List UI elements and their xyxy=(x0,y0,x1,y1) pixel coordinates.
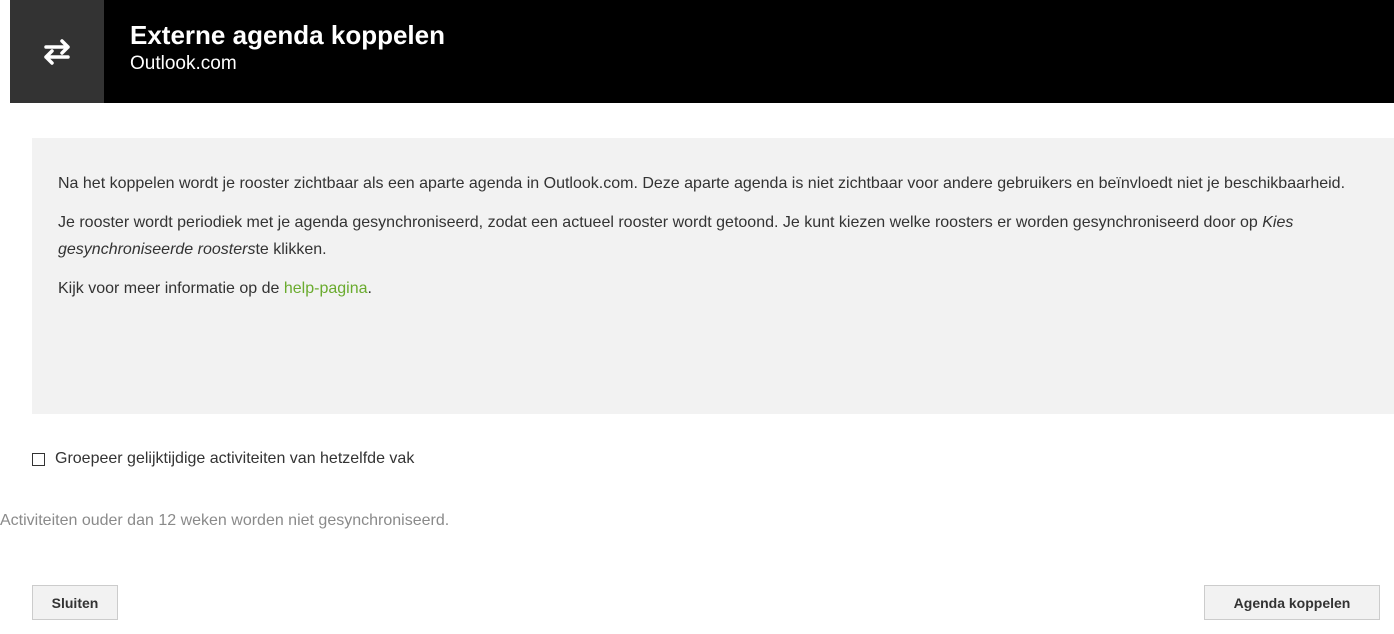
info-paragraph-2-text: Je rooster wordt periodiek met je agenda… xyxy=(58,214,1263,231)
close-button[interactable]: Sluiten xyxy=(32,585,118,620)
group-activities-option[interactable]: Groepeer gelijktijdige activiteiten van … xyxy=(32,450,414,468)
dialog-header: Externe agenda koppelen Outlook.com xyxy=(10,0,1394,103)
info-paragraph-3: Kijk voor meer informatie op de help-pag… xyxy=(58,275,1368,302)
page: Externe agenda koppelen Outlook.com Na h… xyxy=(0,0,1394,634)
info-paragraph-3-tail: . xyxy=(367,280,372,297)
dialog-title: Externe agenda koppelen xyxy=(130,19,445,50)
help-page-link[interactable]: help-pagina xyxy=(284,280,368,297)
info-paragraph-2-tail: te klikken. xyxy=(255,241,327,258)
info-paragraph-2: Je rooster wordt periodiek met je agenda… xyxy=(58,209,1368,263)
sync-limit-note: Activiteiten ouder dan 12 weken worden n… xyxy=(0,512,450,529)
group-activities-label[interactable]: Groepeer gelijktijdige activiteiten van … xyxy=(55,450,414,468)
group-activities-checkbox[interactable] xyxy=(32,452,45,466)
header-text: Externe agenda koppelen Outlook.com xyxy=(104,0,445,103)
connect-calendar-button[interactable]: Agenda koppelen xyxy=(1204,585,1380,620)
info-panel: Na het koppelen wordt je rooster zichtba… xyxy=(32,138,1394,414)
info-paragraph-1: Na het koppelen wordt je rooster zichtba… xyxy=(58,175,1346,192)
swap-arrows-icon xyxy=(44,38,70,65)
dialog-subtitle: Outlook.com xyxy=(130,52,237,74)
header-icon-box xyxy=(10,0,104,103)
info-paragraph-3-text: Kijk voor meer informatie op de xyxy=(58,280,284,297)
